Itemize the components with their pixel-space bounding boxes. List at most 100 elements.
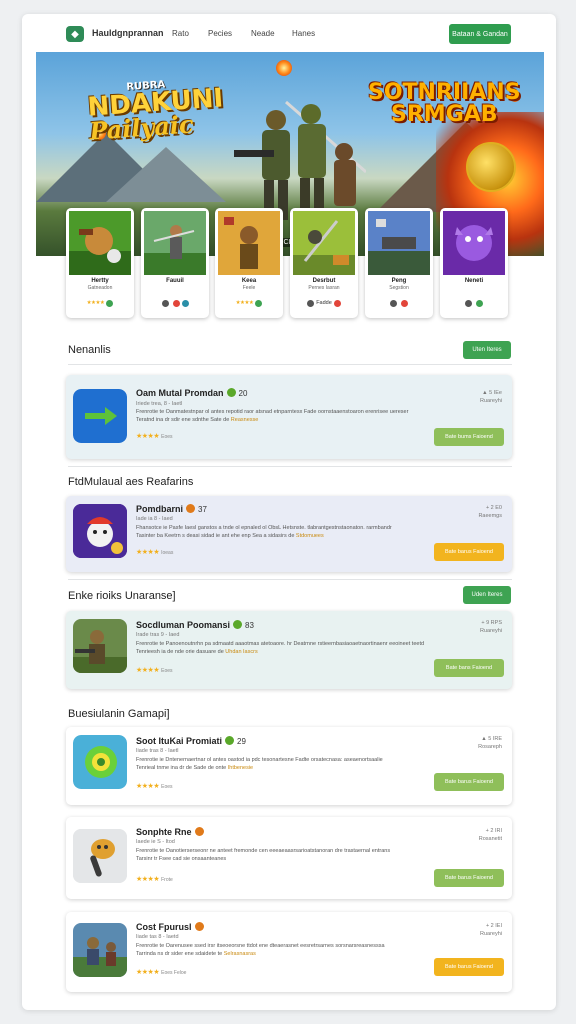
list-item[interactable]: Soot ItuKai Promiati 29 Iiade tras 8 - Ia…: [66, 727, 512, 805]
game-thumbnail: [69, 211, 131, 275]
item-meta: + 2 E0 Raeemgs: [478, 505, 502, 519]
hero-title-left: RUBRA NDAKUNI Pailyaic: [86, 79, 225, 146]
item-description: Frenrotie te Oanmatestnpar ol antes repo…: [136, 409, 409, 423]
game-card[interactable]: Peng Segstion: [365, 208, 433, 318]
app-icon: [73, 389, 127, 443]
item-title: Pomdbarni 37: [136, 504, 207, 514]
rating-stars: ★★★★: [86, 300, 105, 306]
section-title: Nenanlis: [68, 344, 111, 356]
item-rating: ★★★★ Eoes: [136, 433, 173, 440]
game-card[interactable]: Keea Feele ★★★★: [215, 208, 283, 318]
app-icon: [73, 504, 127, 558]
section-title: FtdMulaual aes Reafarins: [68, 476, 194, 488]
nav-cta-button[interactable]: Bataan & Gandan: [449, 24, 511, 44]
app-icon: [73, 619, 127, 673]
divider: [68, 579, 512, 580]
item-action-button[interactable]: Bate bans Faioend: [434, 659, 504, 677]
item-description: Frenrotie te Oarenusee ssed irsr itseoeo…: [136, 943, 385, 957]
app-icon: [73, 829, 127, 883]
status-dot-icon: [181, 299, 189, 307]
item-description: Frenrotie te Oanotierserseonr ne anteet …: [136, 848, 391, 862]
section-view-button[interactable]: Uden Iteres: [463, 586, 511, 604]
status-dot-icon: [401, 299, 408, 307]
item-meta: + 2 IEI Ruareyhi: [479, 923, 502, 937]
mountain-shape: [106, 147, 226, 202]
game-card-meta: [444, 298, 504, 308]
game-card[interactable]: Neneti: [440, 208, 508, 318]
fireball-icon: [276, 60, 292, 76]
badge-icon: [186, 504, 196, 513]
item-title: Cost Fpurusl: [136, 922, 207, 932]
item-action-button[interactable]: Bate barus Faioend: [434, 958, 504, 976]
game-thumbnail: [368, 211, 430, 275]
avatar-icon: [161, 299, 169, 307]
list-item[interactable]: Oam Mutal Promdan 20 Iriede trea, 8 - Iae…: [66, 375, 512, 459]
game-card-title: Fauuil: [166, 278, 184, 284]
featured-game-cards: Hertty Gatneadon ★★★★ Fauuil Keea Feele …: [66, 208, 512, 318]
item-subtitle: Iriede trea, 8 - Iaetl: [136, 401, 183, 407]
game-card-title: Hertty: [91, 278, 109, 284]
rating-stars: ★★★★: [235, 300, 254, 306]
item-title: Soot ItuKai Promiati 29: [136, 736, 246, 746]
game-card[interactable]: Desrbut Pernes Iasran Fadde: [290, 208, 358, 318]
game-card-meta: Fadde: [294, 298, 354, 308]
status-dot-icon: [333, 299, 341, 307]
item-rating: ★★★★ Eoes: [136, 783, 173, 790]
item-subtitle: Iade ia 8 - Iaed: [136, 516, 173, 522]
top-nav: ◆ Hauldgnprannan Rato Pecies Neade Hanes…: [22, 14, 556, 56]
item-rating: ★★★★ Eoes: [136, 667, 173, 674]
logo-icon[interactable]: ◆: [66, 26, 84, 42]
game-thumbnail: [293, 211, 355, 275]
game-thumbnail: [218, 211, 280, 275]
item-meta: ▲ 5 IEe Ruareyhi: [479, 390, 502, 404]
game-card-title: Peng: [391, 278, 407, 284]
list-item[interactable]: Sonphte Rne Iaede ie S - Itod Frenrotie …: [66, 817, 512, 899]
game-card[interactable]: Fauuil: [141, 208, 209, 318]
item-title: Socdluman Poomansi 83: [136, 620, 254, 630]
item-description: Fhansotce ie Pasfe Iaesl ganstos a tnde …: [136, 525, 392, 539]
section-view-button[interactable]: Uten Iteres: [463, 341, 511, 359]
status-dot-icon: [172, 299, 180, 307]
divider: [68, 466, 512, 467]
game-card-subtitle: Feele: [242, 285, 256, 291]
item-action-button[interactable]: Bate barus Faioend: [434, 773, 504, 791]
badge-icon: [194, 922, 204, 931]
badge-icon: [233, 620, 243, 629]
item-subtitle: Iiade tras 8 - Iaetl: [136, 748, 179, 754]
item-description: Frenrotie te Panoenoutnrhn pa sdmaatd aa…: [136, 641, 425, 655]
badge-icon: [194, 827, 204, 836]
brand-name[interactable]: Hauldgnprannan: [92, 28, 164, 38]
item-description: Frenrotie ie Dntenernaertnar ol antes oa…: [136, 757, 383, 771]
item-action-button[interactable]: Bate bums Faioend: [434, 428, 504, 446]
game-card-title: Neneti: [464, 278, 484, 284]
nav-link-2[interactable]: Pecies: [208, 29, 232, 38]
list-item[interactable]: Pomdbarni 37 Iade ia 8 - Iaed Fhansotce i…: [66, 496, 512, 572]
item-subtitle: Irade tras 9 - Iaed: [136, 632, 180, 638]
status-dot-icon: [255, 299, 263, 307]
item-rating: ★★★★ Ioeas: [136, 549, 174, 556]
item-rating: ★★★★ Eoes Feloe: [136, 969, 187, 976]
item-action-button[interactable]: Bate barus Faioend: [434, 543, 504, 561]
badge-icon: [225, 736, 235, 745]
game-card-title: Desrbut: [312, 278, 336, 284]
nav-link-4[interactable]: Hanes: [292, 29, 315, 38]
game-card-meta: ★★★★: [70, 298, 130, 308]
game-thumbnail: [144, 211, 206, 275]
nav-link-1[interactable]: Rato: [172, 29, 189, 38]
section-title: Buesiulanin Gamapi]: [68, 708, 170, 720]
item-subtitle: Iiade tas 8 - Iaetd: [136, 934, 179, 940]
item-meta: + 9 RPS Ruareyhi: [479, 620, 502, 634]
page: ◆ Hauldgnprannan Rato Pecies Neade Hanes…: [22, 14, 556, 1010]
game-card[interactable]: Hertty Gatneadon ★★★★: [66, 208, 134, 318]
list-item[interactable]: Cost Fpurusl Iiade tas 8 - Iaetd Frenrot…: [66, 912, 512, 992]
item-meta: ▲ 5 IRE Rosareph: [478, 736, 502, 750]
list-item[interactable]: Socdluman Poomansi 83 Irade tras 9 - Iaed…: [66, 611, 512, 689]
game-card-subtitle: Pernes Iasran: [308, 285, 340, 291]
divider: [68, 364, 512, 365]
game-thumbnail: [443, 211, 505, 275]
game-card-subtitle: Gatneadon: [87, 285, 113, 291]
badge-icon: [226, 388, 236, 397]
avatar-icon: [307, 299, 315, 307]
item-action-button[interactable]: Bate barus Faioend: [434, 869, 504, 887]
nav-link-3[interactable]: Neade: [251, 29, 275, 38]
